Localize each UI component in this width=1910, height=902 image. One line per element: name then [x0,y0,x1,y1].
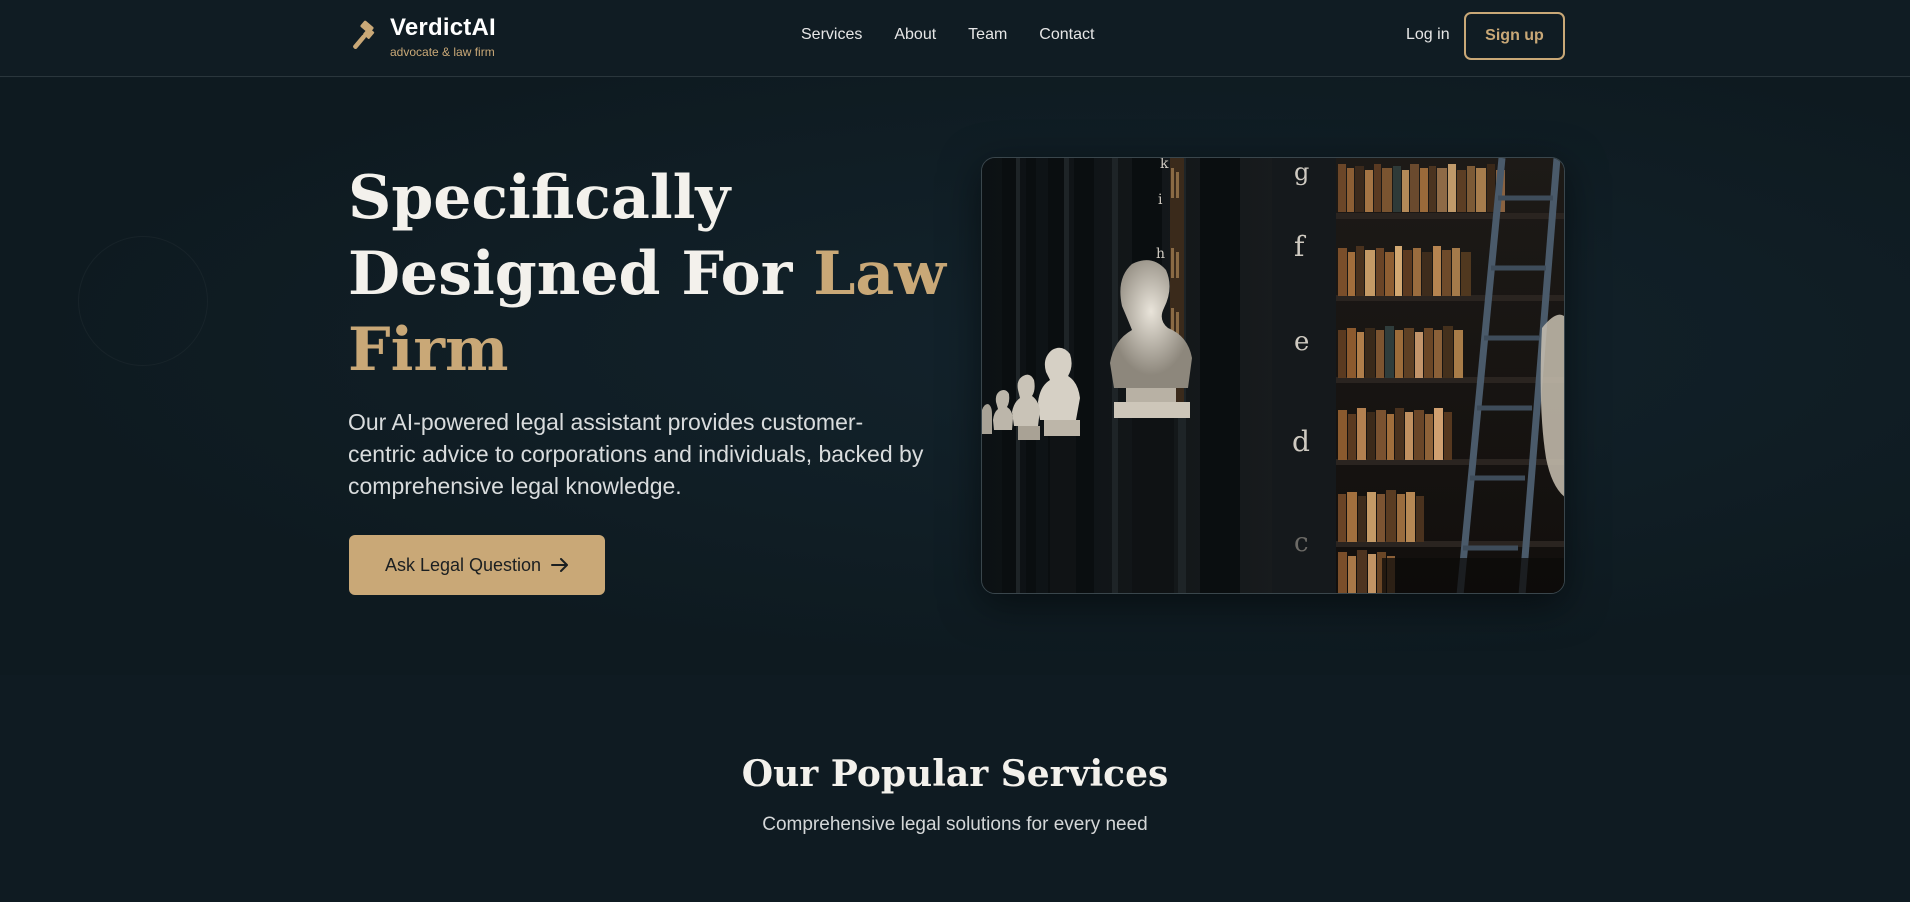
hero-section [0,78,1910,675]
image-letter-d: d [1292,425,1310,458]
brand-logo[interactable]: VerdictAI advocate & law firm [348,14,496,60]
brand-name: VerdictAI [390,14,496,41]
main-nav: Services About Team Contact [801,24,1094,46]
image-letter-e: e [1294,327,1309,357]
hero-title: Specifically Designed For Law Firm [348,160,948,388]
nav-link-services[interactable]: Services [801,24,862,46]
arrow-right-icon [551,558,569,572]
signup-button[interactable]: Sign up [1464,12,1565,60]
image-letter-k: k [1160,158,1169,172]
hero-description: Our AI-powered legal assistant provides … [348,409,924,499]
library-image: k i h g f e d c [981,157,1565,594]
ask-legal-question-button[interactable]: Ask Legal Question [349,535,605,595]
hero-title-line1: Specifically [348,163,731,233]
services-title: Our Popular Services [741,753,1169,795]
navbar: VerdictAI advocate & law firm Services A… [0,0,1910,77]
login-link[interactable]: Log in [1406,24,1450,46]
decorative-circle [78,236,208,366]
hero-title-line2: Designed For [348,239,793,309]
cta-label: Ask Legal Question [384,554,542,575]
services-subtitle: Comprehensive legal solutions for every … [762,814,1148,835]
nav-link-about[interactable]: About [894,24,936,46]
gavel-icon [353,20,375,49]
image-letter-c: c [1294,528,1309,558]
image-letter-g: g [1294,158,1309,186]
brand-tagline: advocate & law firm [390,45,495,59]
image-letter-i: i [1158,192,1163,208]
image-letter-h: h [1156,246,1165,262]
nav-link-team[interactable]: Team [968,24,1007,46]
library-photo-illustration: k i h g f e d c [982,158,1564,593]
nav-link-contact[interactable]: Contact [1039,24,1094,46]
